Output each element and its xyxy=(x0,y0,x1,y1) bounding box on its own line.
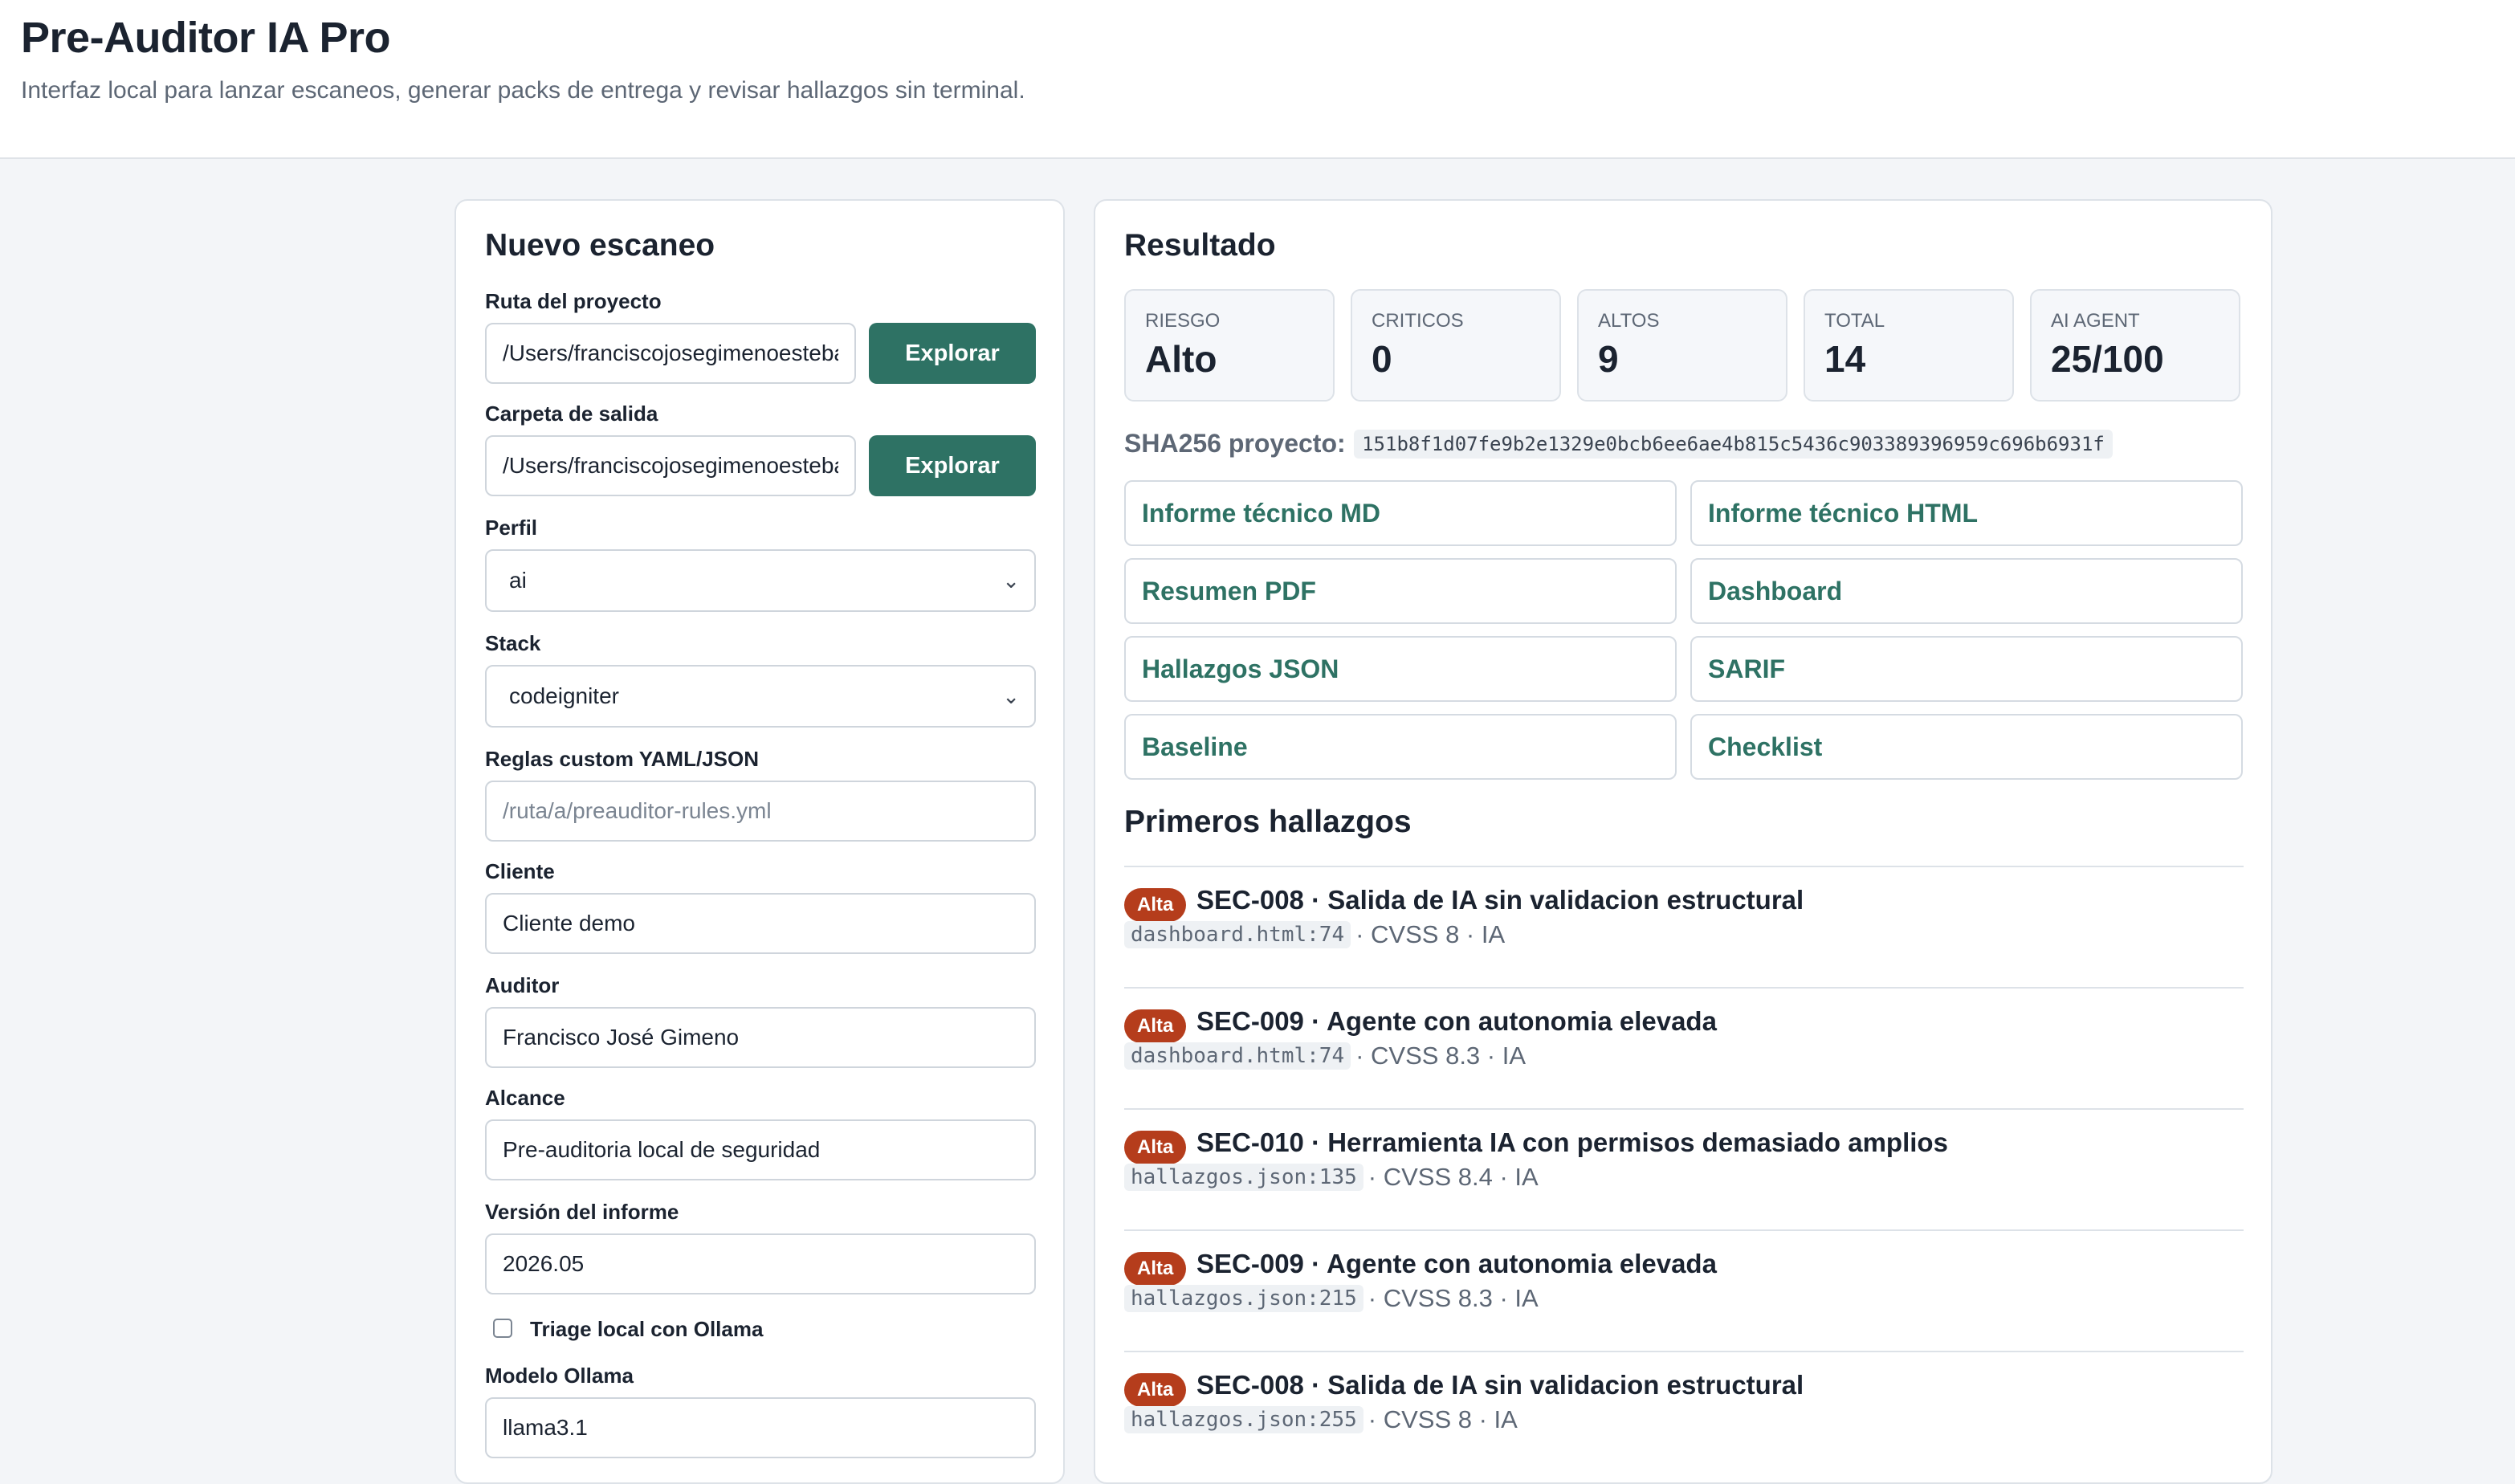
profile-select[interactable]: ai ⌄ xyxy=(485,549,1036,612)
output-folder-input[interactable] xyxy=(485,435,856,496)
finding-file: dashboard.html:74 xyxy=(1124,921,1351,948)
finding-item[interactable]: Alta SEC-008 · Salida de IA sin validaci… xyxy=(1124,1351,2244,1472)
client-input[interactable] xyxy=(485,893,1036,954)
explore-output-button[interactable]: Explorar xyxy=(869,435,1036,496)
finding-file: hallazgos.json:215 xyxy=(1124,1285,1363,1312)
ollama-triage-checkbox[interactable] xyxy=(493,1319,512,1338)
link-technical-report-md[interactable]: Informe técnico MD xyxy=(1124,480,1677,546)
stat-ai-agent: AI Agent 25/100 xyxy=(2030,289,2240,402)
custom-rules-input[interactable] xyxy=(485,781,1036,842)
finding-title: SEC-009 · Agente con autonomia elevada xyxy=(1196,1249,1717,1278)
profile-label: Perfil xyxy=(485,516,538,540)
stat-total: Total 14 xyxy=(1804,289,2014,402)
severity-badge: Alta xyxy=(1124,1131,1187,1164)
finding-details: · CVSS 8.4 · IA xyxy=(1368,1163,1539,1191)
finding-meta: dashboard.html:74 · CVSS 8.3 · IA xyxy=(1124,1042,1526,1070)
stack-select[interactable]: codeigniter ⌄ xyxy=(485,665,1036,728)
stat-critical-label: Criticos xyxy=(1372,310,1464,332)
custom-rules-label: Reglas custom YAML/JSON xyxy=(485,747,759,771)
output-folder-label: Carpeta de salida xyxy=(485,402,658,426)
result-card: Resultado Riesgo Alto Criticos 0 Altos 9… xyxy=(1094,199,2272,1484)
link-baseline[interactable]: Baseline xyxy=(1124,714,1677,780)
finding-item[interactable]: Alta SEC-009 · Agente con autonomia elev… xyxy=(1124,1229,2244,1351)
finding-details: · CVSS 8 · IA xyxy=(1355,920,1506,948)
finding-meta: dashboard.html:74 · CVSS 8 · IA xyxy=(1124,920,1505,949)
severity-badge: Alta xyxy=(1124,1373,1187,1407)
app-header: Pre-Auditor IA Pro Interfaz local para l… xyxy=(0,0,2515,159)
stat-risk-label: Riesgo xyxy=(1145,310,1221,332)
severity-badge: Alta xyxy=(1124,888,1187,922)
stat-high-label: Altos xyxy=(1598,310,1660,332)
finding-item[interactable]: Alta SEC-009 · Agente con autonomia elev… xyxy=(1124,987,2244,1108)
report-version-input[interactable] xyxy=(485,1233,1036,1294)
findings-title: Primeros hallazgos xyxy=(1124,805,1412,839)
scope-input[interactable] xyxy=(485,1119,1036,1180)
severity-badge: Alta xyxy=(1124,1009,1187,1043)
new-scan-title: Nuevo escaneo xyxy=(485,228,715,263)
finding-item[interactable]: Alta SEC-008 · Salida de IA sin validaci… xyxy=(1124,866,2244,987)
stack-label: Stack xyxy=(485,631,541,655)
stat-total-label: Total xyxy=(1824,310,1885,332)
stat-critical-value: 0 xyxy=(1372,338,1392,380)
link-sarif[interactable]: SARIF xyxy=(1690,636,2243,702)
project-path-label: Ruta del proyecto xyxy=(485,289,662,313)
stat-high: Altos 9 xyxy=(1577,289,1787,402)
ollama-model-input[interactable] xyxy=(485,1397,1036,1458)
finding-details: · CVSS 8 · IA xyxy=(1368,1405,1518,1433)
stat-risk-value: Alto xyxy=(1145,338,1217,380)
new-scan-card: Nuevo escaneo Ruta del proyecto Explorar… xyxy=(454,199,1065,1484)
sha-label: SHA256 proyecto: xyxy=(1124,429,1346,458)
client-label: Cliente xyxy=(485,859,555,883)
link-technical-report-html[interactable]: Informe técnico HTML xyxy=(1690,480,2243,546)
sha-value: 151b8f1d07fe9b2e1329e0bcb6ee6ae4b815c543… xyxy=(1354,429,2113,459)
stat-risk: Riesgo Alto xyxy=(1124,289,1335,402)
severity-badge: Alta xyxy=(1124,1252,1187,1286)
finding-meta: hallazgos.json:135 · CVSS 8.4 · IA xyxy=(1124,1163,1539,1192)
link-findings-json[interactable]: Hallazgos JSON xyxy=(1124,636,1677,702)
finding-title: SEC-008 · Salida de IA sin validacion es… xyxy=(1196,885,1804,915)
link-dashboard[interactable]: Dashboard xyxy=(1690,558,2243,624)
ollama-triage-label: Triage local con Ollama xyxy=(530,1317,764,1341)
stat-ai-agent-label: AI Agent xyxy=(2051,310,2140,332)
sha-row: SHA256 proyecto: 151b8f1d07fe9b2e1329e0b… xyxy=(1124,429,2113,459)
finding-file: hallazgos.json:135 xyxy=(1124,1164,1363,1191)
scope-label: Alcance xyxy=(485,1086,565,1110)
app-title: Pre-Auditor IA Pro xyxy=(21,14,391,62)
auditor-input[interactable] xyxy=(485,1007,1036,1068)
ollama-model-label: Modelo Ollama xyxy=(485,1364,634,1388)
stack-select-value: codeigniter xyxy=(509,683,619,708)
chevron-down-icon: ⌄ xyxy=(1002,569,1020,593)
stat-high-value: 9 xyxy=(1598,338,1619,380)
result-title: Resultado xyxy=(1124,228,1276,263)
finding-meta: hallazgos.json:215 · CVSS 8.3 · IA xyxy=(1124,1284,1539,1313)
stat-ai-agent-value: 25/100 xyxy=(2051,338,2164,380)
link-checklist[interactable]: Checklist xyxy=(1690,714,2243,780)
finding-file: dashboard.html:74 xyxy=(1124,1042,1351,1070)
chevron-down-icon: ⌄ xyxy=(1002,684,1020,708)
finding-title: SEC-010 · Herramienta IA con permisos de… xyxy=(1196,1127,1948,1157)
link-pdf-summary[interactable]: Resumen PDF xyxy=(1124,558,1677,624)
report-version-label: Versión del informe xyxy=(485,1200,679,1224)
explore-project-button[interactable]: Explorar xyxy=(869,323,1036,384)
profile-select-value: ai xyxy=(509,568,527,593)
project-path-input[interactable] xyxy=(485,323,856,384)
finding-item[interactable]: Alta SEC-010 · Herramienta IA con permis… xyxy=(1124,1108,2244,1229)
stat-critical: Criticos 0 xyxy=(1351,289,1561,402)
finding-title: SEC-009 · Agente con autonomia elevada xyxy=(1196,1006,1717,1036)
app-subtitle: Interfaz local para lanzar escaneos, gen… xyxy=(21,77,1025,104)
finding-meta: hallazgos.json:255 · CVSS 8 · IA xyxy=(1124,1405,1518,1434)
finding-details: · CVSS 8.3 · IA xyxy=(1368,1284,1539,1312)
auditor-label: Auditor xyxy=(485,973,560,997)
finding-title: SEC-008 · Salida de IA sin validacion es… xyxy=(1196,1370,1804,1400)
stat-total-value: 14 xyxy=(1824,338,1866,380)
finding-file: hallazgos.json:255 xyxy=(1124,1406,1363,1433)
finding-details: · CVSS 8.3 · IA xyxy=(1355,1042,1527,1070)
